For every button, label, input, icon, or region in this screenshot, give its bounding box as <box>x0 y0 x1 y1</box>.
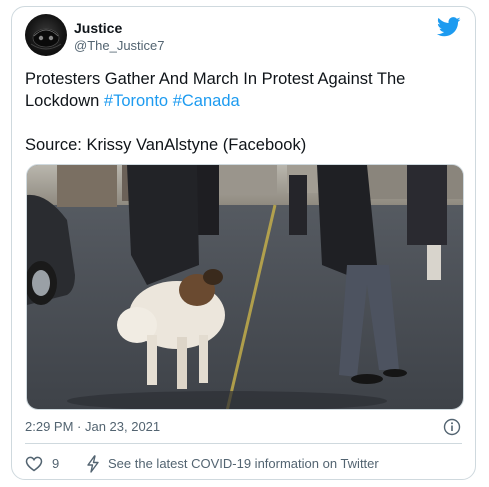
covid-info-link[interactable]: See the latest COVID-19 information on T… <box>108 456 379 471</box>
info-icon[interactable] <box>443 418 461 436</box>
tweet-text-fragment: Lockdown <box>25 92 104 110</box>
lightning-bolt-icon[interactable] <box>85 455 101 473</box>
tweet-text-line: Protesters Gather And March In Protest A… <box>25 70 406 88</box>
tweet-text: Protesters Gather And March In Protest A… <box>25 68 465 156</box>
heart-icon[interactable] <box>25 455 43 473</box>
display-name[interactable]: Justice <box>74 20 122 36</box>
hashtag-canada[interactable]: #Canada <box>173 92 240 110</box>
tweet-timestamp[interactable]: 2:29 PM · Jan 23, 2021 <box>25 419 160 434</box>
like-count[interactable]: 9 <box>52 456 59 471</box>
hashtag-toronto[interactable]: #Toronto <box>104 92 168 110</box>
tweet-video[interactable] <box>26 164 464 410</box>
divider <box>25 443 462 444</box>
twitter-bird-icon[interactable] <box>437 17 461 37</box>
user-handle[interactable]: @The_Justice7 <box>74 38 165 53</box>
tweet-source-line: Source: Krissy VanAlstyne (Facebook) <box>25 136 307 154</box>
tweet-text-line: Lockdown #Toronto #Canada <box>25 90 465 112</box>
tweet-card[interactable]: Justice @The_Justice7 Protesters Gather … <box>11 6 476 480</box>
avatar[interactable] <box>25 14 67 56</box>
